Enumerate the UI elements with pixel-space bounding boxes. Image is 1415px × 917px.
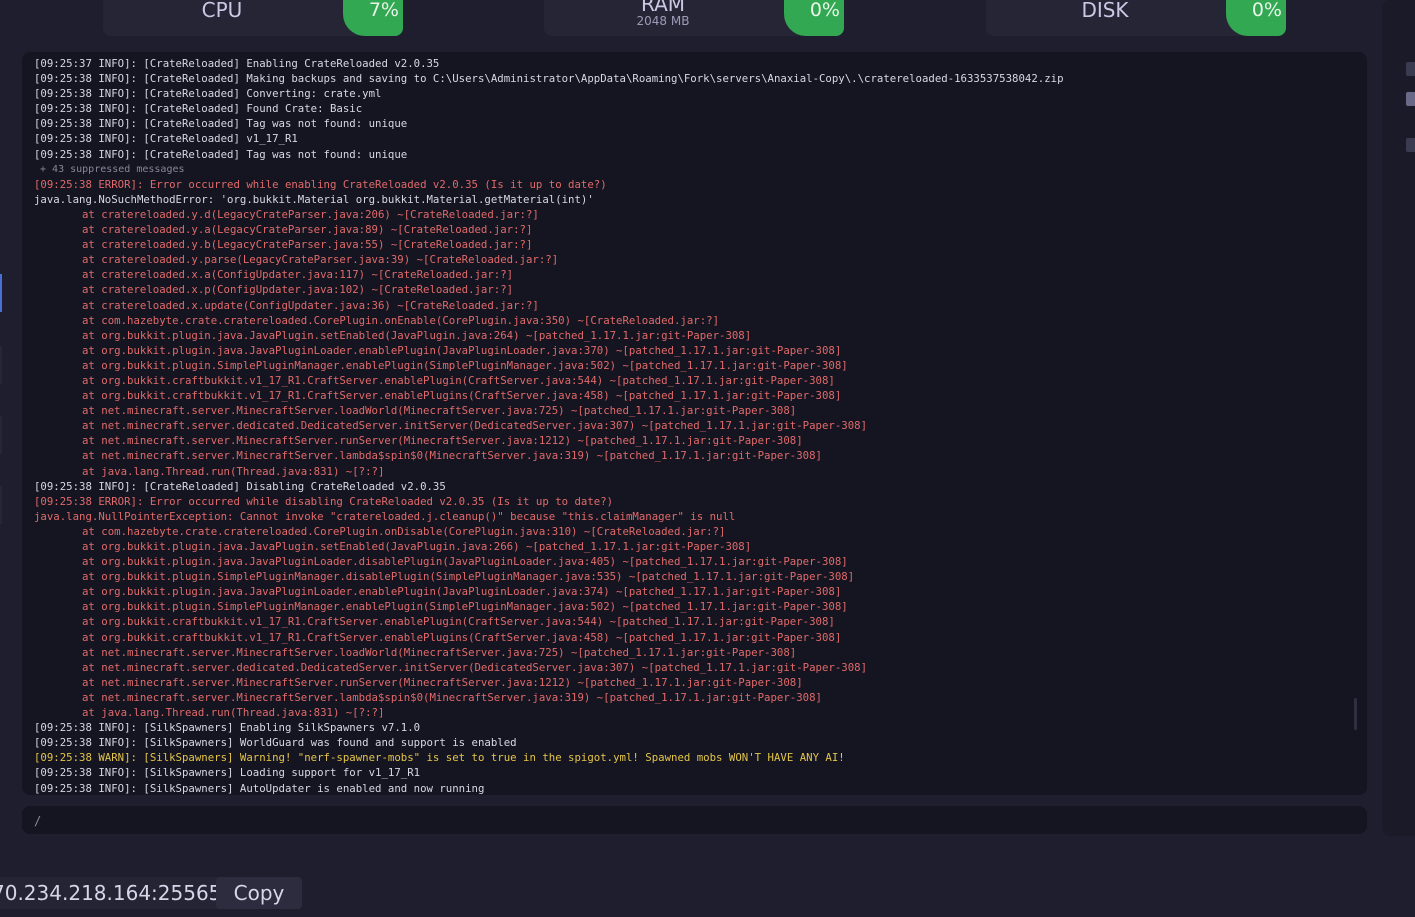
command-input[interactable]: [32, 810, 1356, 832]
ram-total: 2048 MB: [636, 14, 690, 28]
log-line: at cratereloaded.y.parse(LegacyCratePars…: [82, 253, 559, 267]
disk-label: DISK: [1081, 0, 1129, 22]
log-line: at com.hazebyte.crate.cratereloaded.Core…: [82, 313, 720, 327]
cpu-stat-card: CPU 7%: [103, 0, 403, 36]
command-bar: [22, 806, 1367, 834]
log-line: at com.hazebyte.crate.cratereloaded.Core…: [82, 524, 726, 538]
console-log: [09:25:37 INFO]: [CrateReloaded] Enablin…: [34, 56, 1347, 795]
log-line: [09:25:38 WARN]: [SilkSpawners] Warning!…: [34, 751, 845, 765]
log-line: at net.minecraft.server.MinecraftServer.…: [82, 404, 797, 418]
log-line: at org.bukkit.plugin.java.JavaPluginLoad…: [82, 555, 848, 569]
sidebar-item-active[interactable]: [0, 274, 2, 312]
log-line: [09:25:38 INFO]: [CrateReloaded] Tag was…: [34, 117, 408, 131]
log-line: [09:25:38 INFO]: [CrateReloaded] Convert…: [34, 87, 382, 101]
log-line: at net.minecraft.server.dedicated.Dedica…: [82, 660, 867, 674]
log-line: at cratereloaded.x.update(ConfigUpdater.…: [82, 298, 539, 312]
log-line: at net.minecraft.server.MinecraftServer.…: [82, 690, 822, 704]
log-line: at cratereloaded.x.p(ConfigUpdater.java:…: [82, 283, 514, 297]
disk-stat-card: DISK 0%: [986, 0, 1286, 36]
copy-address-button[interactable]: Copy: [216, 877, 302, 909]
log-line: at org.bukkit.plugin.java.JavaPlugin.set…: [82, 328, 752, 342]
sidebar-item[interactable]: [0, 416, 2, 454]
log-line: at java.lang.Thread.run(Thread.java:831)…: [82, 464, 385, 478]
server-console[interactable]: [09:25:37 INFO]: [CrateReloaded] Enablin…: [22, 52, 1367, 795]
ram-usage-badge: 0%: [784, 0, 844, 36]
log-line: java.lang.NullPointerException: Cannot i…: [34, 509, 736, 523]
server-address: 70.234.218.164:25565: [0, 877, 234, 909]
panel-icon[interactable]: [1406, 92, 1415, 106]
log-line: at java.lang.Thread.run(Thread.java:831)…: [82, 706, 385, 720]
log-line: [09:25:38 ERROR]: Error occurred while e…: [34, 177, 607, 191]
log-line: [09:25:38 INFO]: [CrateReloaded] v1_17_R…: [34, 132, 298, 146]
panel-icon[interactable]: [1406, 62, 1415, 76]
console-scrollbar[interactable]: [1354, 698, 1357, 730]
log-line: + 43 suppressed messages: [34, 163, 185, 175]
log-line: at org.bukkit.plugin.java.JavaPluginLoad…: [82, 585, 842, 599]
log-line: [09:25:38 INFO]: [CrateReloaded] Making …: [34, 72, 1064, 86]
disk-usage-badge: 0%: [1226, 0, 1286, 36]
log-line: at org.bukkit.craftbukkit.v1_17_R1.Craft…: [82, 630, 842, 644]
sidebar-item[interactable]: [0, 486, 2, 524]
log-line: [09:25:38 INFO]: [CrateReloaded] Disabli…: [34, 479, 446, 493]
log-line: at cratereloaded.y.a(LegacyCrateParser.j…: [82, 223, 533, 237]
log-line: at org.bukkit.craftbukkit.v1_17_R1.Craft…: [82, 389, 842, 403]
log-line: [09:25:38 INFO]: [SilkSpawners] Enabling…: [34, 721, 421, 735]
log-line: at org.bukkit.craftbukkit.v1_17_R1.Craft…: [82, 373, 835, 387]
log-line: [09:25:38 INFO]: [CrateReloaded] Found C…: [34, 102, 363, 116]
log-line: at org.bukkit.plugin.java.JavaPluginLoad…: [82, 343, 842, 357]
ram-label: RAM: [640, 0, 686, 16]
log-line: [09:25:38 INFO]: [SilkSpawners] Loading …: [34, 766, 421, 780]
log-line: at org.bukkit.plugin.SimplePluginManager…: [82, 358, 848, 372]
log-line: [09:25:38 ERROR]: Error occurred while d…: [34, 494, 614, 508]
log-line: [09:25:37 INFO]: [CrateReloaded] Enablin…: [34, 57, 440, 70]
log-line: at cratereloaded.y.b(LegacyCrateParser.j…: [82, 238, 533, 252]
log-line: [09:25:38 INFO]: [SilkSpawners] AutoUpda…: [34, 781, 485, 795]
log-line: at org.bukkit.plugin.SimplePluginManager…: [82, 600, 848, 614]
log-line: at net.minecraft.server.MinecraftServer.…: [82, 449, 822, 463]
log-line: [09:25:38 INFO]: [CrateReloaded] Tag was…: [34, 147, 408, 161]
log-line: at cratereloaded.x.a(ConfigUpdater.java:…: [82, 268, 514, 282]
log-line: [09:25:38 INFO]: [SilkSpawners] WorldGua…: [34, 736, 517, 750]
cpu-label: CPU: [201, 0, 243, 22]
log-line: at net.minecraft.server.MinecraftServer.…: [82, 675, 803, 689]
sidebar-item[interactable]: [0, 346, 2, 384]
ram-stat-card: RAM 2048 MB 0%: [544, 0, 844, 36]
panel-icon[interactable]: [1406, 138, 1415, 152]
right-side-panel: [1382, 0, 1415, 836]
log-line: at org.bukkit.craftbukkit.v1_17_R1.Craft…: [82, 615, 835, 629]
log-line: java.lang.NoSuchMethodError: 'org.bukkit…: [34, 192, 594, 206]
log-line: at net.minecraft.server.MinecraftServer.…: [82, 434, 803, 448]
log-line: at org.bukkit.plugin.java.JavaPlugin.set…: [82, 540, 752, 553]
log-line: at net.minecraft.server.dedicated.Dedica…: [82, 419, 867, 433]
log-line: at net.minecraft.server.MinecraftServer.…: [82, 645, 797, 659]
log-line: at cratereloaded.y.d(LegacyCrateParser.j…: [82, 207, 539, 221]
cpu-usage-badge: 7%: [343, 0, 403, 36]
log-line: at org.bukkit.plugin.SimplePluginManager…: [82, 570, 855, 584]
